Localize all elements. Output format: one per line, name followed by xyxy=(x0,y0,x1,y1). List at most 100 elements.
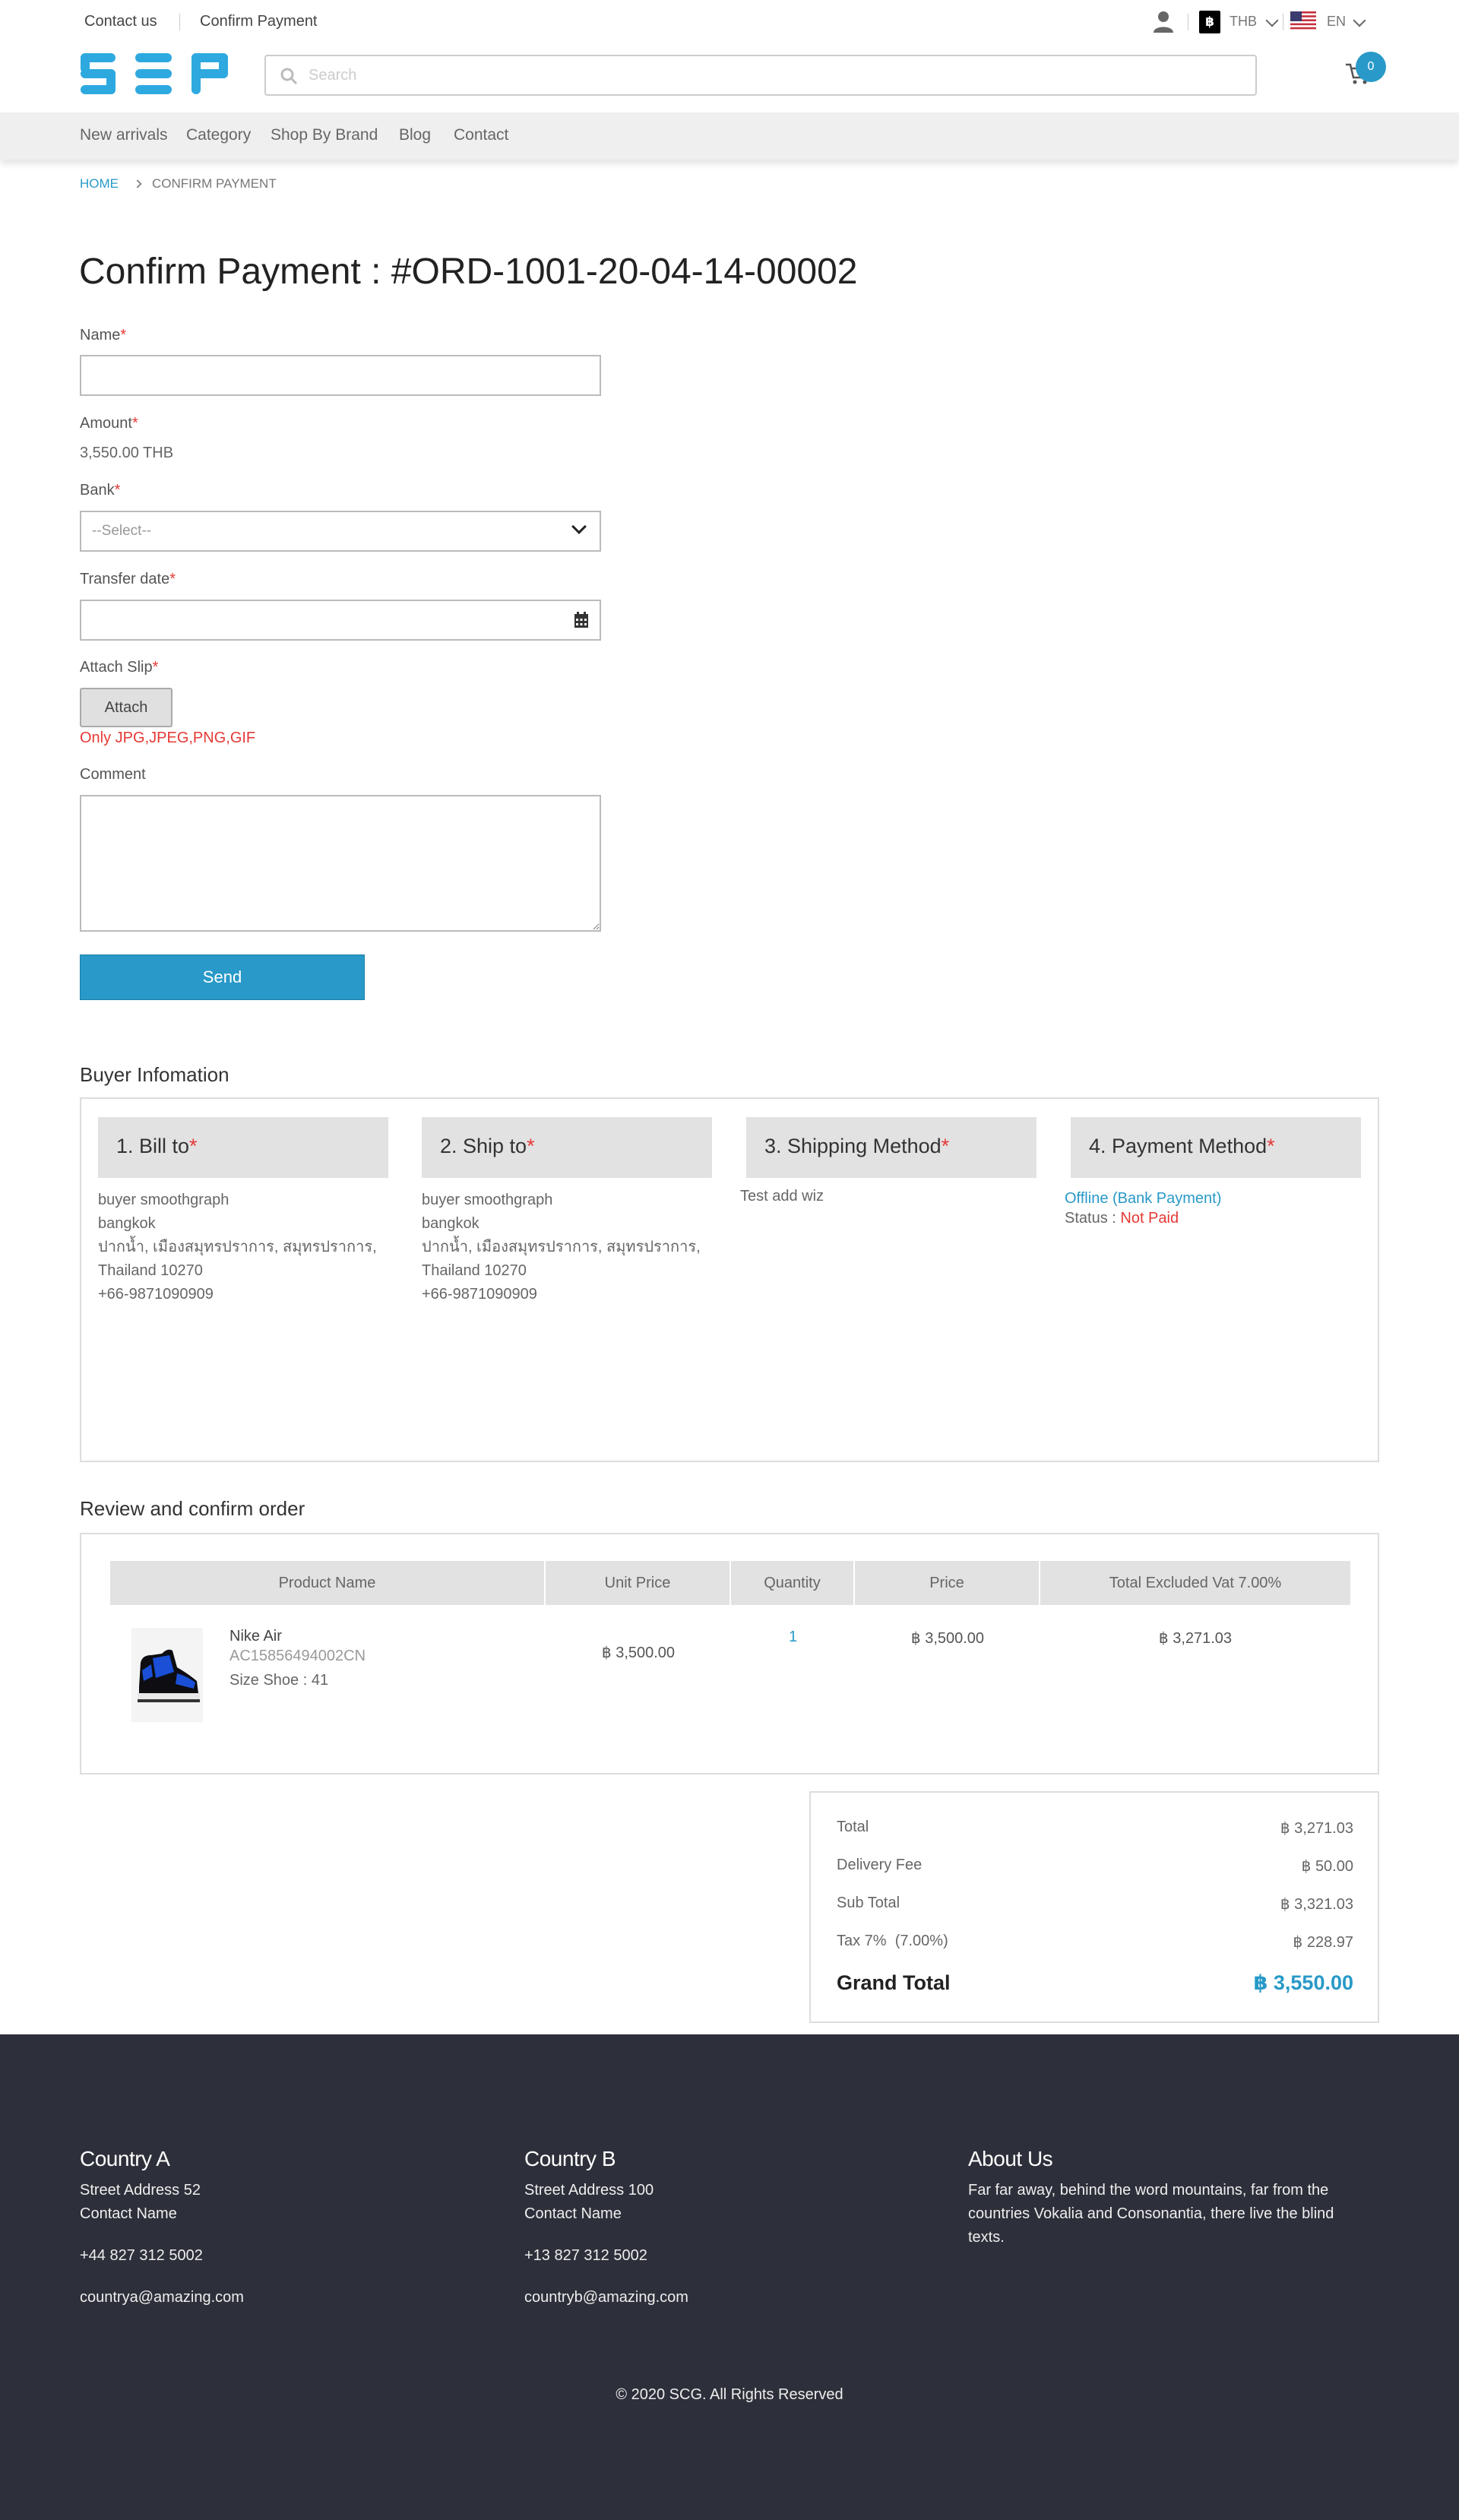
payment-method-link[interactable]: Offline (Bank Payment) xyxy=(1065,1189,1221,1208)
search-icon xyxy=(280,68,298,85)
country-b-contact: Contact Name xyxy=(524,2205,622,2222)
comment-label: Comment xyxy=(80,766,146,783)
footer: Country A Street Address 52 Contact Name… xyxy=(0,2034,1459,2520)
col-quantity: Quantity xyxy=(731,1561,855,1605)
shipping-method-heading: 3. Shipping Method* xyxy=(746,1117,1036,1178)
review-title: Review and confirm order xyxy=(80,1497,305,1520)
footer-country-b: Country B Street Address 100 Contact Nam… xyxy=(524,2147,919,2309)
transfer-date-label: Transfer date* xyxy=(80,571,176,587)
tax-value: ฿ 228.97 xyxy=(1293,1934,1353,1951)
order-totals: Total ฿ 3,271.03 Delivery Fee ฿ 50.00 Su… xyxy=(809,1791,1379,2023)
bank-select-value: --Select-- xyxy=(92,523,152,539)
main-nav: New arrivals Category Shop By Brand Blog… xyxy=(0,112,1459,160)
buyer-info-box: 1. Bill to* buyer smoothgraph bangkok ปา… xyxy=(80,1097,1379,1462)
attach-slip-label: Attach Slip* xyxy=(80,659,159,676)
buyer-info-title: Buyer Infomation xyxy=(80,1063,229,1086)
nav-item-new-arrivals[interactable]: New arrivals xyxy=(80,126,168,144)
breadcrumb-current: CONFIRM PAYMENT xyxy=(152,176,277,191)
subtotal-label: Sub Total xyxy=(837,1895,900,1911)
language-label[interactable]: EN xyxy=(1327,14,1346,30)
grand-total-label: Grand Total xyxy=(837,1971,951,1994)
table-header: Product Name Unit Price Quantity Price T… xyxy=(110,1561,1350,1605)
bank-select[interactable]: --Select-- xyxy=(80,511,601,552)
nav-item-contact[interactable]: Contact xyxy=(454,126,508,144)
search-bar[interactable] xyxy=(264,55,1257,96)
comment-textarea[interactable] xyxy=(80,795,601,932)
bill-to-address: buyer smoothgraph bangkok ปากน้ำ, เมืองส… xyxy=(98,1192,377,1303)
transfer-date-input[interactable] xyxy=(80,600,601,641)
contact-us-link[interactable]: Contact us xyxy=(84,13,157,30)
shipping-method-value: Test add wiz xyxy=(740,1188,824,1205)
confirm-payment-link[interactable]: Confirm Payment xyxy=(200,13,318,30)
chevron-down-icon[interactable] xyxy=(1265,14,1279,27)
search-input[interactable] xyxy=(309,64,1220,87)
user-icon[interactable] xyxy=(1152,10,1175,33)
chevron-down-icon[interactable] xyxy=(1353,14,1366,27)
sep-logo[interactable] xyxy=(81,53,228,94)
country-a-address: Street Address 52 xyxy=(80,2182,201,2199)
price-cell: ฿ 3,500.00 xyxy=(910,1630,985,1647)
country-b-phone[interactable]: +13 827 312 5002 xyxy=(524,2244,919,2268)
amount-label: Amount* xyxy=(80,415,138,432)
bank-label: Bank* xyxy=(80,482,121,499)
product-name[interactable]: Nike Air xyxy=(229,1628,282,1645)
tax-label: Tax 7% (7.00%) xyxy=(837,1933,948,1949)
review-box: Product Name Unit Price Quantity Price T… xyxy=(80,1533,1379,1774)
country-a-title: Country A xyxy=(80,2147,170,2170)
breadcrumb-home[interactable]: HOME xyxy=(80,176,119,191)
payment-method-heading: 4. Payment Method* xyxy=(1071,1117,1361,1178)
col-unit-price: Unit Price xyxy=(546,1561,731,1605)
delivery-fee-value: ฿ 50.00 xyxy=(1301,1858,1353,1875)
col-product-name: Product Name xyxy=(110,1561,546,1605)
country-b-address: Street Address 100 xyxy=(524,2182,654,2199)
name-label: Name* xyxy=(80,327,127,343)
footer-country-a: Country A Street Address 52 Contact Name… xyxy=(80,2147,475,2309)
col-price: Price xyxy=(855,1561,1040,1605)
divider xyxy=(179,14,180,30)
unit-price-cell: ฿ 3,500.00 xyxy=(601,1645,676,1661)
chevron-down-icon xyxy=(571,519,587,534)
calendar-icon[interactable] xyxy=(574,612,589,628)
send-button[interactable]: Send xyxy=(80,954,365,1000)
breadcrumb: HOME CONFIRM PAYMENT xyxy=(80,176,277,192)
name-input[interactable] xyxy=(80,355,601,396)
currency-label[interactable]: THB xyxy=(1230,14,1257,30)
total-ex-vat-cell: ฿ 3,271.03 xyxy=(1158,1630,1233,1647)
total-label: Total xyxy=(837,1819,869,1835)
col-total-ex-vat: Total Excluded Vat 7.00% xyxy=(1109,1575,1282,1591)
payment-method-info: Offline (Bank Payment) Status : Not Paid xyxy=(1065,1189,1222,1227)
payment-status: Not Paid xyxy=(1120,1210,1179,1227)
product-sku: AC15856494002CN xyxy=(229,1648,366,1664)
attach-button[interactable]: Attach xyxy=(80,688,172,727)
product-size: Size Shoe : 41 xyxy=(229,1672,329,1689)
about-text: countries Vokalia and Consonantia, there… xyxy=(968,2205,1334,2222)
country-b-title: Country B xyxy=(524,2147,616,2170)
subtotal-value: ฿ 3,321.03 xyxy=(1280,1896,1353,1913)
quantity-cell: 1 xyxy=(788,1629,798,1645)
us-flag-icon[interactable] xyxy=(1290,11,1316,30)
footer-about: About Us Far far away, behind the word m… xyxy=(968,2147,1394,2249)
country-a-phone[interactable]: +44 827 312 5002 xyxy=(80,2244,475,2268)
ship-to-address: buyer smoothgraph bangkok ปากน้ำ, เมืองส… xyxy=(422,1192,701,1303)
cart-count-badge[interactable]: 0 xyxy=(1356,52,1386,82)
page-title: Confirm Payment : #ORD-1001-20-04-14-000… xyxy=(79,252,858,292)
country-a-contact: Contact Name xyxy=(80,2205,177,2222)
country-b-email[interactable]: countryb@amazing.com xyxy=(524,2286,919,2309)
ship-to-heading: 2. Ship to* xyxy=(422,1117,712,1178)
copyright: © 2020 SCG. All Rights Reserved xyxy=(616,2386,843,2403)
nav-item-blog[interactable]: Blog xyxy=(399,126,431,144)
chevron-right-icon xyxy=(133,179,142,188)
country-a-email[interactable]: countrya@amazing.com xyxy=(80,2286,475,2309)
bill-to-heading: 1. Bill to* xyxy=(98,1117,388,1178)
delivery-fee-label: Delivery Fee xyxy=(837,1857,923,1873)
top-bar: Contact us Confirm Payment ฿ THB EN xyxy=(0,0,1459,44)
nav-item-category[interactable]: Category xyxy=(186,126,251,144)
amount-value: 3,550.00 THB xyxy=(80,445,174,461)
nav-item-shop-by-brand[interactable]: Shop By Brand xyxy=(271,126,378,144)
product-image[interactable] xyxy=(131,1628,203,1722)
about-text: texts. xyxy=(968,2229,1005,2246)
about-text: Far far away, behind the word mountains,… xyxy=(968,2182,1329,2199)
currency-icon[interactable]: ฿ xyxy=(1199,11,1220,33)
about-title: About Us xyxy=(968,2147,1053,2170)
total-value: ฿ 3,271.03 xyxy=(1280,1820,1353,1837)
